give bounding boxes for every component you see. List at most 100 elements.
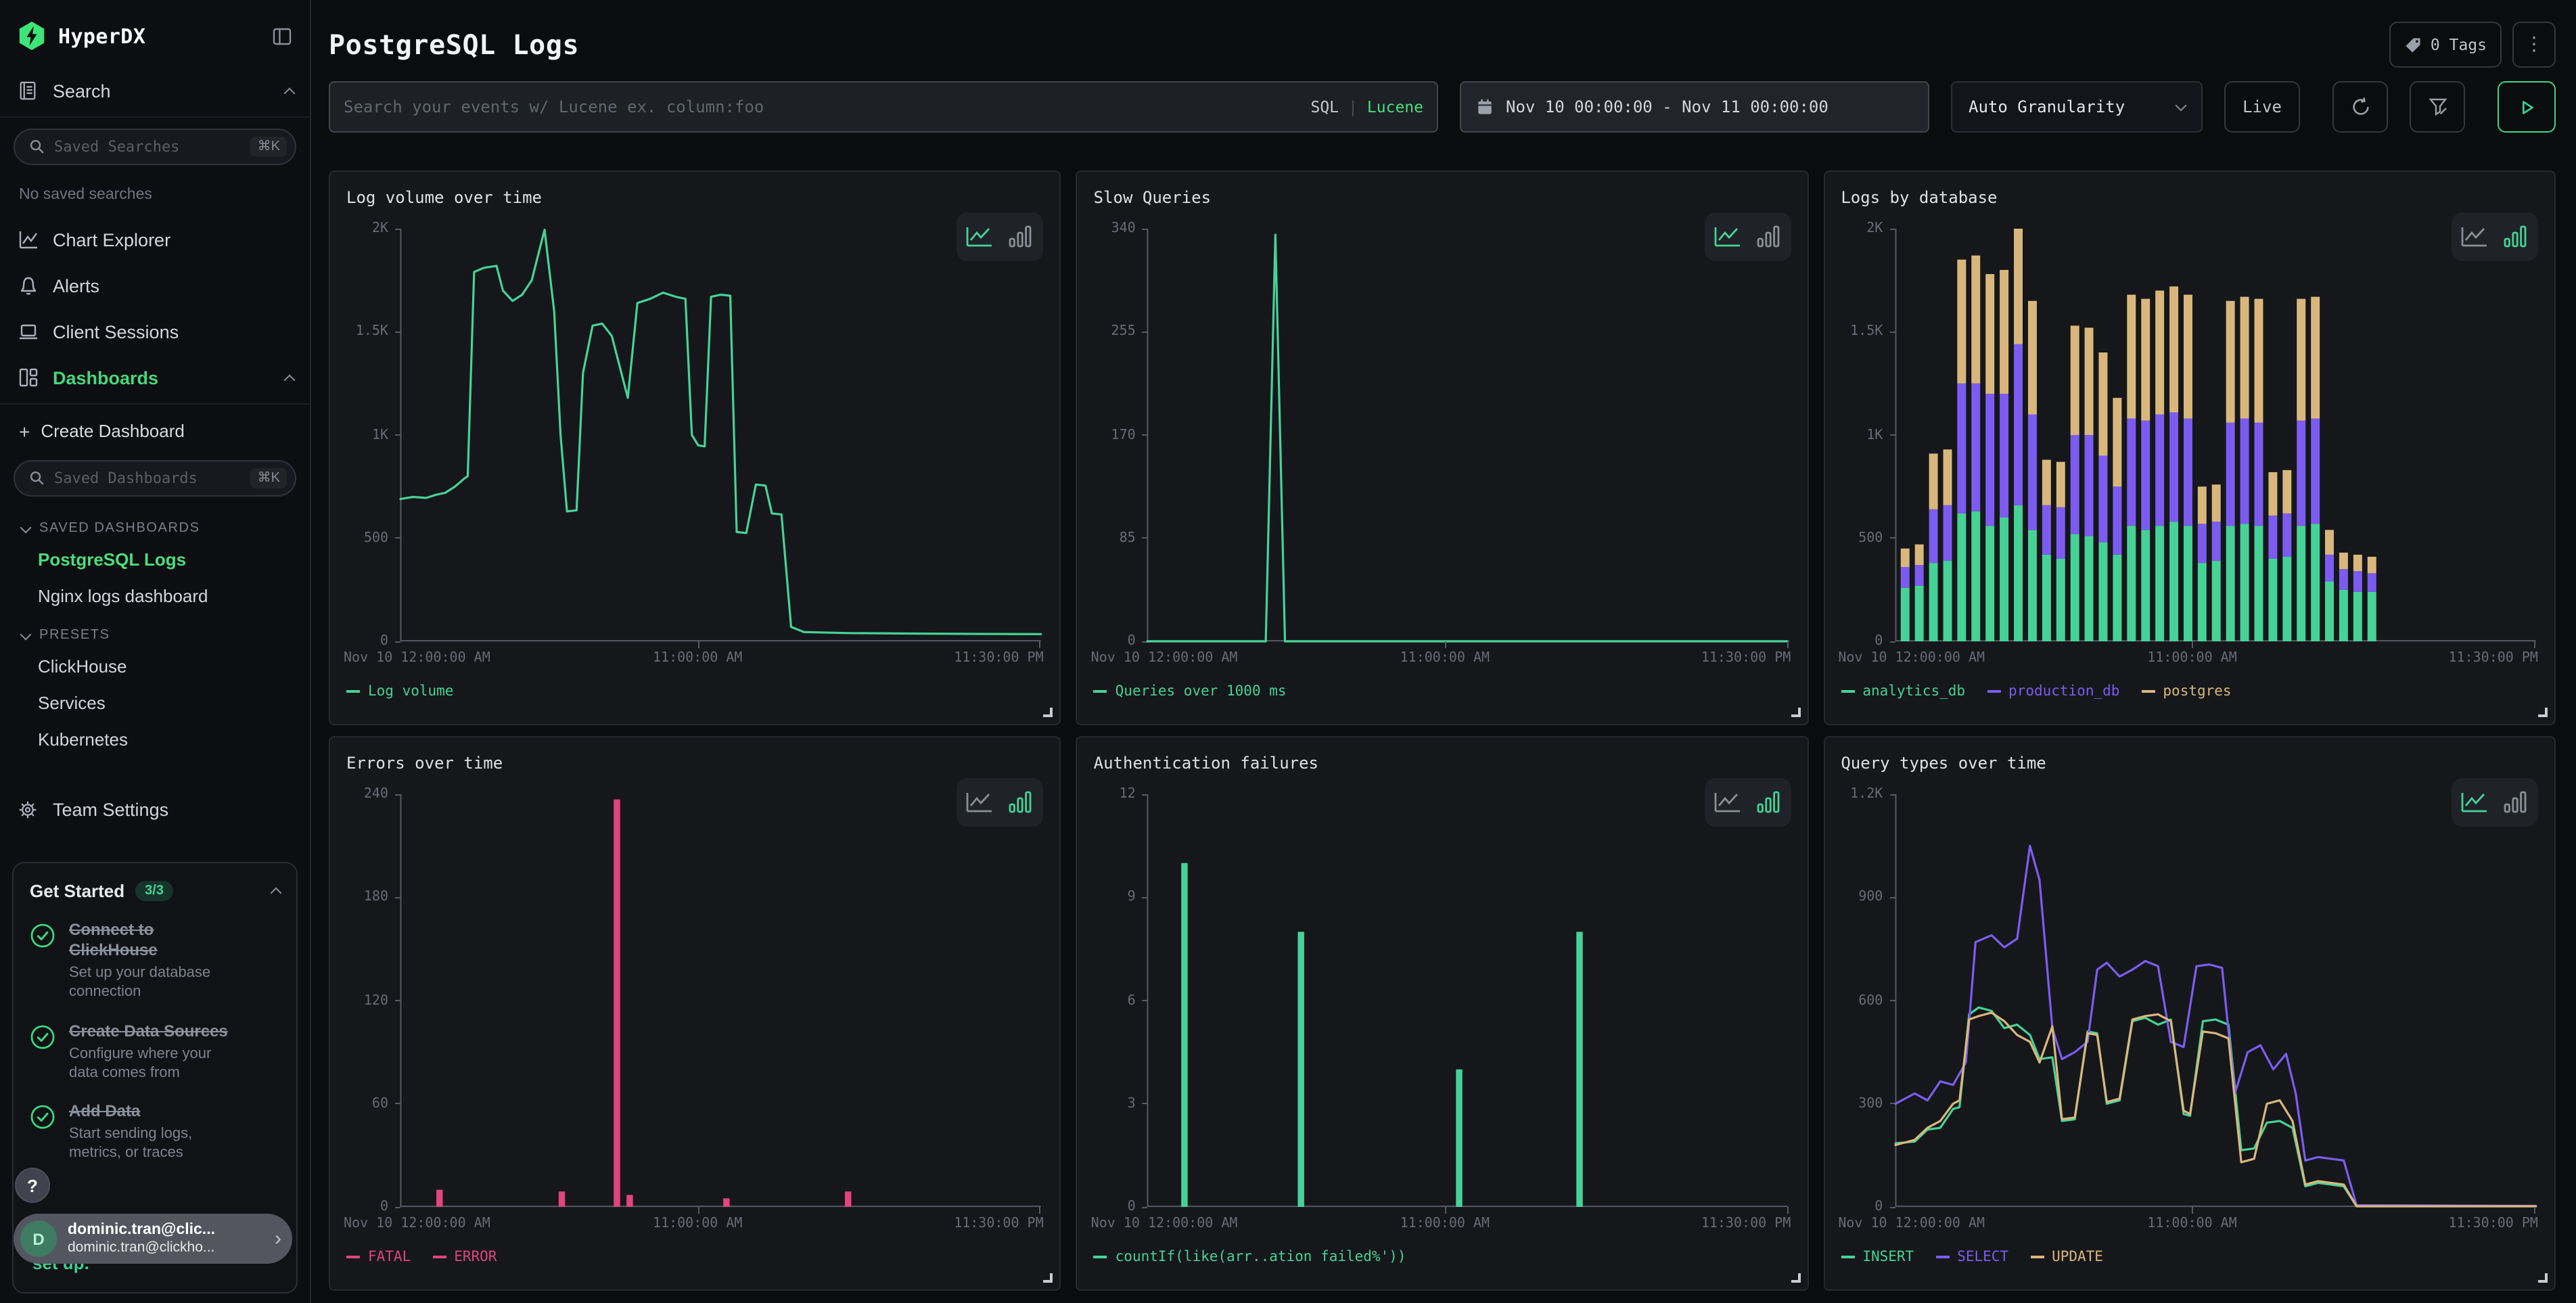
- preset-services[interactable]: Services: [0, 685, 310, 721]
- y-tick-label: 60: [372, 1097, 388, 1112]
- sidebar-item-client-sessions[interactable]: Client Sessions: [0, 308, 310, 355]
- presets-section-header[interactable]: PRESETS: [0, 614, 310, 648]
- live-button-label: Live: [2242, 97, 2282, 116]
- chevron-down-icon: [2176, 100, 2187, 112]
- avatar: D: [20, 1220, 57, 1257]
- resize-handle[interactable]: [1044, 1273, 1053, 1283]
- line-view-icon[interactable]: [2460, 225, 2489, 249]
- check-circle-icon: [30, 923, 55, 1002]
- chart-card-errors-over-time: Errors over time 240180120600 Nov 10 12:…: [329, 736, 1061, 1291]
- bar-view-icon[interactable]: [1753, 790, 1782, 815]
- chart-plot[interactable]: [400, 229, 1041, 641]
- chart-legend: countIf(like(arr..ation failed%')): [1094, 1249, 1406, 1265]
- legend-label: ERROR: [454, 1249, 497, 1265]
- user-menu[interactable]: D dominic.tran@clic... dominic.tran@clic…: [14, 1214, 292, 1264]
- y-tick-mark: [1889, 538, 1895, 539]
- y-tick-label: 900: [1858, 890, 1883, 905]
- legend-label: countIf(like(arr..ation failed%')): [1116, 1249, 1406, 1265]
- preset-clickhouse[interactable]: ClickHouse: [0, 648, 310, 685]
- sidebar-nav: Chart Explorer Alerts Client SessionsDashb…: [0, 216, 310, 401]
- bar-view-icon[interactable]: [2500, 790, 2530, 815]
- chart-plot[interactable]: [400, 794, 1041, 1207]
- chart-plot[interactable]: [1148, 794, 1789, 1207]
- line-view-icon[interactable]: [965, 790, 995, 815]
- line-view-icon[interactable]: [1712, 790, 1742, 815]
- legend-label: analytics_db: [1862, 683, 1965, 700]
- help-button[interactable]: ?: [15, 1168, 50, 1203]
- saved-dashboard-postgresql-logs[interactable]: PostgreSQL Logs: [0, 541, 310, 578]
- sidebar-item-alerts[interactable]: Alerts: [0, 262, 310, 308]
- saved-dashboard-nginx-logs-dashboard[interactable]: Nginx logs dashboard: [0, 578, 310, 614]
- saved-dashboards-search[interactable]: ⌘K: [14, 460, 296, 497]
- saved-dashboards-input[interactable]: [54, 470, 243, 487]
- legend-label: SELECT: [1957, 1249, 2008, 1265]
- create-dashboard-label: Create Dashboard: [41, 421, 184, 441]
- checklist-item-desc: Configure where your data comes from: [69, 1044, 242, 1082]
- x-tick-label: 11:30:00 PM: [1701, 651, 1791, 666]
- sidebar-collapse-icon[interactable]: [271, 25, 294, 47]
- chart-view-toggle: [957, 778, 1044, 827]
- live-button[interactable]: Live: [2224, 81, 2300, 133]
- refresh-button[interactable]: [2332, 81, 2388, 133]
- saved-searches-search[interactable]: ⌘K: [14, 129, 296, 165]
- event-search-box[interactable]: SQL | Lucene: [329, 81, 1438, 133]
- divider: [0, 116, 310, 118]
- bar-view-icon[interactable]: [1006, 225, 1036, 249]
- x-tick-mark: [1787, 1207, 1788, 1214]
- language-sql-option[interactable]: SQL: [1310, 97, 1339, 116]
- resize-handle[interactable]: [1791, 1273, 1800, 1283]
- x-axis-labels: Nov 10 12:00:00 AM 11:00:00 AM 11:30:00 …: [1895, 651, 2535, 670]
- chart-plot[interactable]: [1895, 229, 2535, 641]
- resize-handle[interactable]: [1044, 708, 1053, 717]
- toolbar: SQL | Lucene Nov 10 00:00:00 - Nov 11 00…: [329, 81, 2556, 133]
- chart-plot[interactable]: [1148, 229, 1789, 641]
- legend-item: countIf(like(arr..ation failed%')): [1094, 1249, 1406, 1265]
- time-range-picker[interactable]: Nov 10 00:00:00 - Nov 11 00:00:00: [1460, 81, 1929, 133]
- filter-button[interactable]: [2410, 81, 2465, 133]
- legend-item: analytics_db: [1841, 683, 1965, 700]
- brand-row: HyperDX: [0, 0, 310, 68]
- y-tick-mark: [1143, 434, 1148, 436]
- preset-kubernetes[interactable]: Kubernetes: [0, 721, 310, 758]
- x-axis-labels: Nov 10 12:00:00 AM 11:00:00 AM 11:30:00 …: [1148, 651, 1789, 670]
- sidebar-item-search[interactable]: Search: [0, 68, 310, 114]
- chevron-down-icon: [20, 522, 32, 533]
- x-tick-mark: [1445, 1207, 1446, 1214]
- line-view-icon[interactable]: [1712, 225, 1742, 249]
- dashboard-menu-button[interactable]: ⋮: [2512, 22, 2556, 68]
- sidebar: HyperDX Search ⌘K No saved searches Char…: [0, 0, 311, 1303]
- bar-view-icon[interactable]: [1753, 225, 1782, 249]
- search-logs-icon: [16, 80, 39, 101]
- check-circle-icon: [30, 1024, 55, 1082]
- legend-item: production_db: [1987, 683, 2119, 700]
- tags-button[interactable]: 0 Tags: [2390, 22, 2502, 68]
- x-tick-label: 11:30:00 PM: [2449, 1216, 2538, 1231]
- y-tick-mark: [1889, 897, 1895, 898]
- chart-legend: Log volume: [346, 683, 453, 700]
- line-view-icon[interactable]: [965, 225, 995, 249]
- x-tick-label: 11:00:00 AM: [1400, 1216, 1490, 1231]
- sidebar-item-label: Alerts: [53, 275, 294, 296]
- language-lucene-option[interactable]: Lucene: [1367, 97, 1423, 116]
- saved-searches-input[interactable]: [54, 138, 243, 156]
- sidebar-item-dashboards[interactable]: Dashboards: [0, 355, 310, 401]
- sidebar-item-team-settings[interactable]: Team Settings: [0, 787, 310, 832]
- sidebar-item-chart-explorer[interactable]: Chart Explorer: [0, 216, 310, 262]
- bar-view-icon[interactable]: [1006, 790, 1036, 815]
- create-dashboard-button[interactable]: + Create Dashboard: [0, 407, 310, 449]
- granularity-select[interactable]: Auto Granularity: [1951, 81, 2203, 133]
- resize-handle[interactable]: [1791, 708, 1800, 717]
- x-tick-label: 11:00:00 AM: [1400, 651, 1490, 666]
- chart-plot[interactable]: [1895, 794, 2535, 1207]
- run-query-button[interactable]: [2498, 81, 2556, 133]
- resize-handle[interactable]: [2538, 1273, 2548, 1283]
- saved-dashboards-section-header[interactable]: SAVED DASHBOARDS: [0, 507, 310, 541]
- checklist-item-title: Create Data Sources: [69, 1021, 242, 1041]
- bar-view-icon[interactable]: [2500, 225, 2530, 249]
- line-view-icon[interactable]: [2460, 790, 2489, 815]
- laptop-icon: [16, 321, 39, 342]
- chevron-up-icon[interactable]: [271, 888, 282, 899]
- event-search-input[interactable]: [344, 97, 1300, 116]
- resize-handle[interactable]: [2538, 708, 2548, 717]
- chevron-right-icon: ›: [275, 1227, 281, 1250]
